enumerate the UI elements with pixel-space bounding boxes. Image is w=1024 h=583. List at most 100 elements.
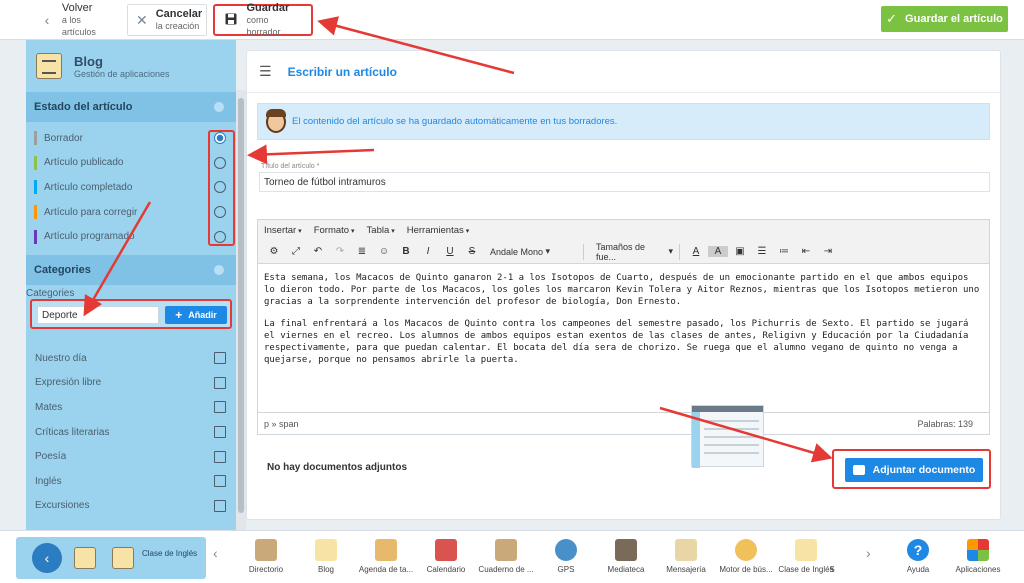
menu-insertar[interactable]: Insertar: [264, 225, 302, 236]
paragraph: Esta semana, los Macacos de Quinto ganar…: [264, 273, 980, 307]
category-checkbox[interactable]: [214, 426, 226, 439]
paragraph: La final enfrentará a los Macacos de Qui…: [264, 319, 969, 365]
categories-section-header[interactable]: Categories: [26, 254, 236, 285]
list-item[interactable]: Expresión libre: [26, 371, 236, 396]
globe-icon: [555, 539, 577, 561]
cancel-button[interactable]: ✕ Cancelar la creación: [127, 4, 207, 36]
align-icon[interactable]: ≣: [352, 246, 372, 257]
save-draft-sublabel: como borrador: [246, 15, 281, 37]
category-checkbox[interactable]: [214, 499, 226, 512]
category-checkbox[interactable]: [214, 475, 226, 488]
category-label: Nuestro día: [35, 352, 87, 364]
list-item[interactable]: Excursiones: [26, 494, 236, 519]
menu-tabla[interactable]: Tabla: [367, 225, 395, 236]
chevron-right-icon[interactable]: ›: [866, 545, 871, 561]
category-input[interactable]: [37, 306, 159, 324]
bullet-list-icon[interactable]: ☰: [752, 246, 772, 257]
menu-formato[interactable]: Formato: [314, 225, 355, 236]
save-draft-button[interactable]: Guardar como borrador: [213, 2, 313, 37]
category-label: Críticas literarias: [35, 426, 110, 438]
gear-icon[interactable]: ⚙: [264, 246, 284, 257]
blog-app-icon: [36, 53, 62, 79]
bold-icon[interactable]: B: [396, 246, 416, 257]
collapse-icon[interactable]: [214, 264, 224, 275]
menu-icon[interactable]: ☰: [259, 63, 272, 80]
status-item-completado[interactable]: Artículo completado: [26, 175, 236, 200]
list-item[interactable]: Mates: [26, 395, 236, 420]
status-section-header[interactable]: Estado del artículo: [26, 92, 236, 122]
list-item[interactable]: Poesía: [26, 444, 236, 469]
category-checkbox[interactable]: [214, 401, 226, 414]
highlight-color-icon[interactable]: A: [708, 246, 728, 257]
dock-app-cuaderno[interactable]: Cuaderno de ...: [476, 539, 536, 574]
editor-menubar: Insertar Formato Tabla Herramientas: [258, 220, 989, 240]
editor-content[interactable]: Esta semana, los Macacos de Quinto ganar…: [258, 264, 989, 412]
status-color-bar: [34, 180, 37, 195]
text-color-icon[interactable]: A: [686, 246, 706, 257]
mascot-avatar: [266, 108, 286, 133]
dock-app-ayuda[interactable]: ? Ayuda: [888, 539, 948, 574]
collapse-icon[interactable]: [214, 102, 224, 112]
italic-icon[interactable]: I: [418, 246, 438, 257]
save-draft-label: Guardar: [246, 2, 290, 14]
status-color-bar: [34, 155, 37, 170]
chevron-left-icon[interactable]: ‹: [213, 545, 218, 561]
status-item-borrador[interactable]: Borrador: [26, 126, 236, 151]
menu-herramientas[interactable]: Herramientas: [407, 225, 470, 236]
underline-icon[interactable]: U: [440, 246, 460, 257]
back-button[interactable]: ‹ Volver a los artículos: [32, 2, 118, 37]
class-icon: [795, 539, 817, 561]
class-icon[interactable]: [112, 547, 134, 569]
dock-app-gps[interactable]: GPS: [536, 539, 596, 574]
blog-icon[interactable]: [74, 547, 96, 569]
category-checkbox[interactable]: [214, 376, 226, 389]
dock-app-mensajeria[interactable]: Mensajería: [656, 539, 716, 574]
class-label: Clase de Inglés: [142, 549, 198, 558]
add-category-label: Añadir: [188, 310, 217, 320]
article-title-input[interactable]: Torneo de fútbol intramuros: [259, 172, 990, 192]
media-icon: [615, 539, 637, 561]
list-item[interactable]: Inglés: [26, 469, 236, 494]
dock-app-s[interactable]: S: [822, 539, 842, 574]
sidebar-scrollbar[interactable]: [236, 90, 246, 530]
list-item[interactable]: Críticas literarias: [26, 420, 236, 445]
dock-app-aplicaciones[interactable]: Aplicaciones: [948, 539, 1008, 574]
emoji-icon[interactable]: ☺: [374, 246, 394, 257]
category-list: Nuestro día Expresión libre Mates Crític…: [26, 346, 236, 518]
dock-app-agenda[interactable]: Agenda de ta...: [356, 539, 416, 574]
dock-app-motor[interactable]: Motor de bús...: [716, 539, 776, 574]
category-label: Poesía: [35, 451, 67, 463]
app-subtitle: Gestión de aplicaciones: [74, 68, 170, 79]
screenshot-thumbnail: [691, 405, 764, 468]
font-size-select[interactable]: Tamaños de fue... ▾: [590, 242, 680, 262]
image-icon[interactable]: ▣: [730, 246, 750, 257]
fullscreen-icon[interactable]: ⤢: [286, 246, 306, 257]
scrollbar-thumb[interactable]: [238, 98, 244, 513]
category-checkbox[interactable]: [214, 450, 226, 463]
undo-icon[interactable]: ↶: [308, 246, 328, 257]
dock-app-mediateca[interactable]: Mediateca: [596, 539, 656, 574]
save-article-button[interactable]: ✓ Guardar el artículo: [881, 6, 1008, 32]
attach-highlight: Adjuntar documento: [832, 449, 991, 489]
dock-app-label: Aplicaciones: [955, 565, 1001, 574]
numbered-list-icon[interactable]: ≔: [774, 246, 794, 257]
dock-app-blog[interactable]: Blog: [296, 539, 356, 574]
add-category-button[interactable]: + Añadir: [165, 306, 227, 324]
status-item-programado[interactable]: Artículo programado: [26, 224, 236, 249]
back-sublabel: a los artículos: [61, 15, 96, 37]
status-item-corregir[interactable]: Artículo para corregir: [26, 200, 236, 225]
cancel-label: Cancelar: [155, 8, 203, 20]
dock-app-directorio[interactable]: Directorio: [236, 539, 296, 574]
indent-icon[interactable]: ⇥: [818, 246, 838, 257]
strikethrough-icon[interactable]: S: [462, 246, 482, 257]
font-family-select[interactable]: Andale Mono ▾: [484, 243, 584, 260]
dock-app-calendario[interactable]: Calendario: [416, 539, 476, 574]
category-checkbox[interactable]: [214, 352, 226, 365]
attach-document-button[interactable]: Adjuntar documento: [845, 458, 983, 482]
dock-app-label: Cuaderno de ...: [478, 565, 534, 574]
home-icon[interactable]: ‹: [32, 543, 62, 573]
status-item-publicado[interactable]: Artículo publicado: [26, 151, 236, 176]
redo-icon[interactable]: ↷: [330, 246, 350, 257]
list-item[interactable]: Nuestro día: [26, 346, 236, 371]
outdent-icon[interactable]: ⇤: [796, 246, 816, 257]
